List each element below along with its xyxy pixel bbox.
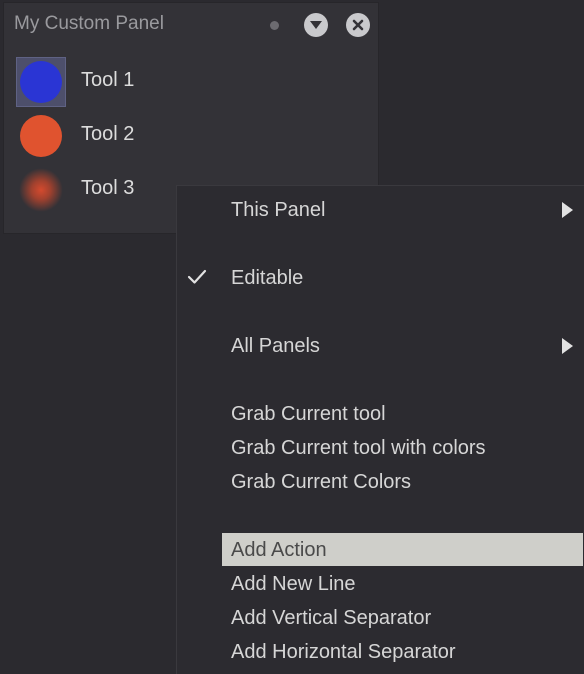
menu-item-editable[interactable]: Editable	[187, 261, 583, 294]
menu-item-grab-current-tool-with-colors[interactable]: Grab Current tool with colors	[222, 431, 583, 464]
menu-item-add-action[interactable]: Add Action	[222, 533, 583, 566]
menu-item-label: Add Vertical Separator	[231, 607, 432, 629]
menu-item-add-new-line[interactable]: Add New Line	[222, 567, 583, 600]
menu-item-label: Add Action	[231, 539, 327, 561]
menu-item-label: Grab Current tool	[231, 403, 386, 425]
dropdown-icon[interactable]	[304, 13, 328, 37]
solid-brush-icon	[20, 61, 62, 103]
tool-swatch	[16, 111, 66, 161]
close-icon[interactable]	[346, 13, 370, 37]
menu-item-label: Editable	[231, 267, 304, 289]
solid-brush-icon	[20, 115, 62, 157]
menu-item-label: Add New Line	[231, 573, 356, 595]
tool-swatch	[16, 165, 66, 215]
tool-item-2[interactable]: Tool 2	[4, 109, 378, 163]
menu-item-label: Add Horizontal Separator	[231, 641, 456, 663]
menu-item-label: All Panels	[231, 335, 320, 357]
menu-item-label: Grab Current tool with colors	[231, 437, 486, 459]
menu-item-all-panels[interactable]: All Panels	[222, 329, 583, 362]
menu-item-this-panel[interactable]: This Panel	[222, 193, 583, 226]
menu-item-label: This Panel	[231, 199, 326, 221]
menu-item-grab-current-colors[interactable]: Grab Current Colors	[222, 465, 583, 498]
checkmark-icon	[187, 269, 207, 290]
soft-brush-icon	[19, 168, 63, 212]
context-menu: This Panel Editable All Panels Grab Curr…	[176, 185, 584, 674]
status-dot-icon	[270, 21, 279, 30]
tool-label: Tool 1	[81, 69, 135, 91]
submenu-arrow-icon	[562, 202, 573, 218]
tool-label: Tool 2	[81, 123, 135, 145]
menu-item-add-horizontal-separator[interactable]: Add Horizontal Separator	[222, 635, 583, 668]
tool-label: Tool 3	[81, 177, 135, 199]
tool-item-1[interactable]: Tool 1	[4, 55, 378, 109]
panel-header: My Custom Panel	[4, 3, 378, 47]
tool-swatch	[16, 57, 66, 107]
menu-item-add-vertical-separator[interactable]: Add Vertical Separator	[222, 601, 583, 634]
submenu-arrow-icon	[562, 338, 573, 354]
menu-item-grab-current-tool[interactable]: Grab Current tool	[222, 397, 583, 430]
menu-item-label: Grab Current Colors	[231, 471, 412, 493]
panel-title: My Custom Panel	[14, 13, 164, 34]
